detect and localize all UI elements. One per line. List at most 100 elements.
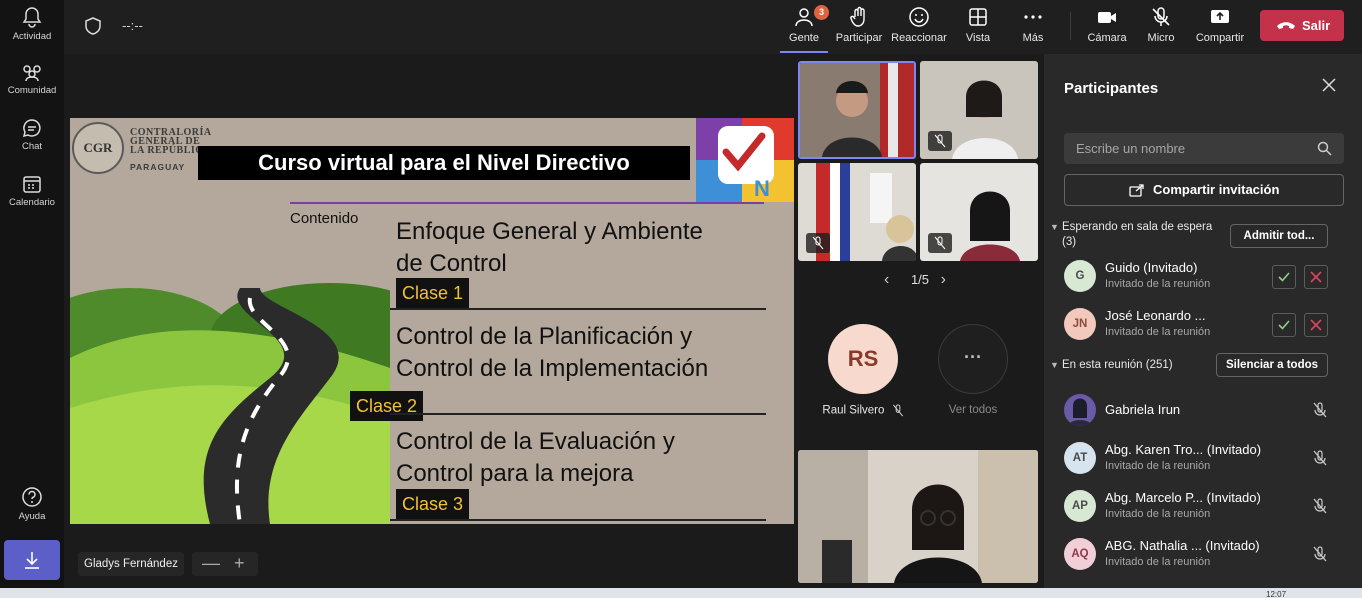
calendar-icon [23,176,41,193]
more-label: Más [1022,32,1044,44]
participant-row[interactable]: AQ ABG. Nathalia ... (Invitado) Invitado… [1064,534,1354,574]
see-all-button[interactable]: ··· [938,324,1008,394]
rail-item-community[interactable]: Comunidad [0,62,64,96]
participant-row[interactable]: Gabriela Irun [1064,390,1354,430]
video-tile[interactable] [920,61,1038,159]
os-taskbar [0,588,1362,598]
lobby-section-header[interactable]: ▼ Esperando en sala de espera (3) [1050,220,1220,250]
class-1-label: Clase 1 [396,278,470,308]
app-rail: Actividad Comunidad Chat Calendario Ayud… [0,0,64,588]
lobby-participant-row: JN José Leonardo ... Invitado de la reun… [1064,304,1354,344]
taskbar-clock: 12:07 [1266,590,1287,598]
content-item-line: de Control [396,250,507,277]
road-illustration [70,268,390,524]
participant-search-input[interactable]: Escribe un nombre [1064,133,1344,164]
caret-down-icon: ▼ [1050,360,1059,370]
participant-name-label: Raul Silvero [808,404,918,417]
video-tile-self[interactable] [798,450,1038,583]
community-icon [23,65,41,82]
participant-name: Abg. Marcelo P... (Invitado) [1105,490,1261,505]
participant-name: Raul Silvero [822,404,885,417]
mic-off-icon [812,236,824,250]
content-item-line: Control de la Implementación [396,355,709,382]
video-tile[interactable] [798,163,916,261]
chevron-right-icon[interactable]: › [941,268,946,292]
muted-indicator [806,233,830,253]
more-icon [1024,15,1042,19]
slide-title: Curso virtual para el Nivel Directivo [198,146,690,180]
content-divider [390,413,766,415]
participant-row[interactable]: AP Abg. Marcelo P... (Invitado) Invitado… [1064,486,1354,526]
mute-all-button[interactable]: Silenciar a todos [1216,353,1328,377]
view-label: Vista [965,32,991,44]
rail-label: Calendario [9,197,55,208]
share-invite-label: Compartir invitación [1153,182,1280,197]
avatar: JN [1064,308,1096,340]
rail-label: Actividad [12,31,52,42]
leave-label: Salir [1302,18,1331,33]
meeting-toolbar: --:-- 3 Gente Participar Reaccionar Vist… [64,0,1362,54]
help-icon [22,487,42,507]
meeting-section-header[interactable]: ▼ En esta reunión (251) [1050,358,1173,373]
lobby-header-text: Esperando en sala de espera [1062,221,1213,233]
toolbar-divider [1070,12,1071,40]
share-screen-icon [1211,10,1229,23]
zoom-out-button[interactable]: — [202,552,220,574]
mic-off-icon [1313,450,1327,466]
shield-icon[interactable] [84,16,102,36]
participant-role: Invitado de la reunión [1105,326,1211,338]
react-button[interactable]: Reaccionar [890,6,948,44]
more-button[interactable]: Más [1018,6,1048,44]
muted-indicator [928,131,952,151]
mic-off-icon [1152,7,1170,26]
org-country: PARAGUAY [130,162,186,172]
leave-button[interactable]: Salir [1260,10,1344,41]
content-item-2: Control de la Planificación y Control de… [396,321,708,385]
chevron-left-icon[interactable]: ‹ [884,268,889,292]
close-icon[interactable] [1322,78,1336,92]
camera-button[interactable]: Cámara [1086,6,1128,44]
presenter-name-tag: Gladys Fernández [78,552,184,576]
participant-role: Invitado de la reunión [1105,556,1211,568]
participant-name: José Leonardo ... [1105,308,1206,323]
rail-item-chat[interactable]: Chat [0,118,64,152]
people-button[interactable]: 3 Gente [783,5,829,44]
mic-button[interactable]: Micro [1144,6,1178,44]
participant-role: Invitado de la reunión [1105,460,1211,472]
rail-item-activity[interactable]: Actividad [0,6,64,42]
mic-off-icon [1313,498,1327,514]
contents-label: Contenido [290,210,359,227]
avatar: AT [1064,442,1096,474]
rail-item-help[interactable]: Ayuda [0,486,64,522]
participant-avatar[interactable]: RS [828,324,898,394]
caret-down-icon: ▼ [1050,222,1059,232]
admit-all-button[interactable]: Admitir tod... [1230,224,1328,248]
avatar [1064,394,1096,426]
zoom-in-button[interactable]: + [234,552,245,574]
grid-view-icon [969,8,987,26]
panel-title: Participantes [1064,80,1159,97]
mic-label: Micro [1147,32,1175,44]
rail-item-calendar[interactable]: Calendario [0,174,64,208]
deny-button[interactable] [1304,313,1328,337]
org-seal-logo: CGR [72,122,124,174]
share-screen-button[interactable]: Compartir [1194,6,1246,44]
participant-row[interactable]: AT Abg. Karen Tro... (Invitado) Invitado… [1064,438,1354,478]
deny-button[interactable] [1304,265,1328,289]
mic-off-icon [892,404,903,417]
video-tile-active-speaker[interactable] [798,61,916,159]
download-button[interactable] [4,540,60,580]
admit-button[interactable] [1272,313,1296,337]
video-tile[interactable] [920,163,1038,261]
participate-label: Participar [835,32,883,44]
class-3-label: Clase 3 [396,489,470,519]
hand-icon [850,6,865,27]
admit-button[interactable] [1272,265,1296,289]
participant-video [800,63,914,157]
smiley-icon [909,7,929,27]
share-invite-button[interactable]: Compartir invitación [1064,174,1344,206]
raise-hand-button[interactable]: Participar [834,6,884,44]
view-button[interactable]: Vista [960,6,996,44]
check-icon [1278,320,1290,330]
meeting-header-text: En esta reunión (251) [1062,359,1173,371]
